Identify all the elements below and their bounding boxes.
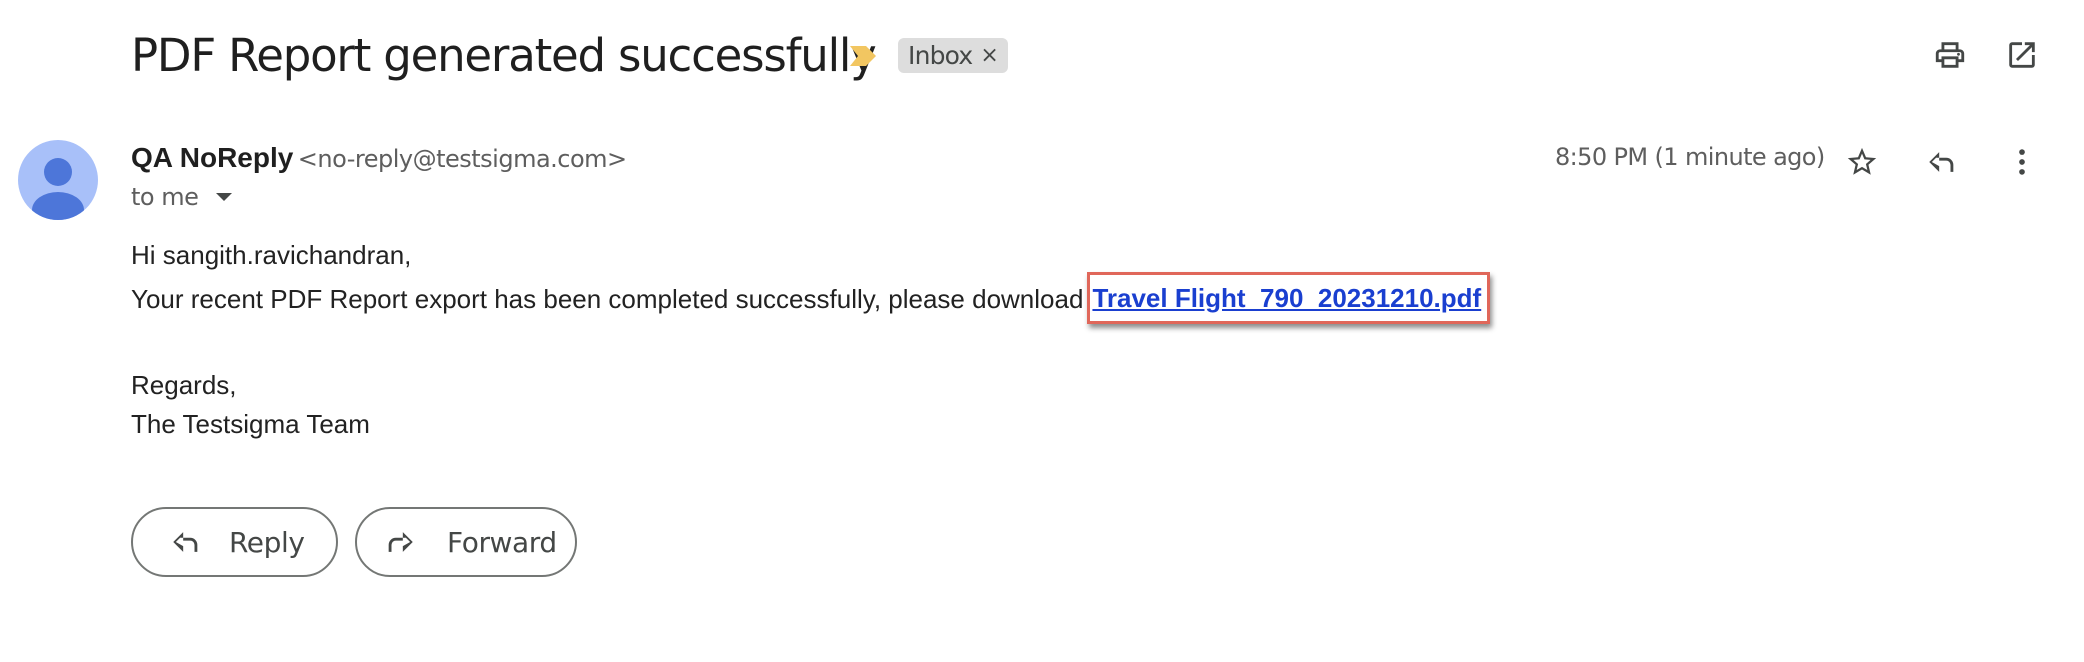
reply-label: Reply xyxy=(229,525,305,559)
important-marker-icon[interactable] xyxy=(850,46,876,66)
sender-email: <no-reply@testsigma.com> xyxy=(297,145,627,173)
forward-label: Forward xyxy=(447,525,557,559)
sender-name[interactable]: QA NoReply xyxy=(131,142,293,173)
reply-header-button[interactable] xyxy=(1920,140,1964,184)
highlight-box: Travel Flight_790_20231210.pdf xyxy=(1087,272,1491,324)
pdf-download-link[interactable]: Travel Flight_790_20231210.pdf xyxy=(1092,283,1481,313)
forward-button[interactable]: Forward xyxy=(355,507,577,577)
body-text: Your recent PDF Report export has been c… xyxy=(131,283,1084,314)
reply-icon xyxy=(173,532,198,552)
reply-button[interactable]: Reply xyxy=(131,507,338,577)
signature: The Testsigma Team xyxy=(131,409,370,439)
message-body: Hi sangith.ravichandran, Your recent PDF… xyxy=(131,236,1491,444)
inbox-label-chip: Inbox × xyxy=(898,38,1009,73)
email-subject: PDF Report generated successfully xyxy=(131,29,877,82)
print-icon xyxy=(1935,42,1965,68)
print-all-button[interactable] xyxy=(1928,33,1972,77)
star-icon xyxy=(1847,147,1877,175)
body-line: Your recent PDF Report export has been c… xyxy=(131,272,1491,327)
recipient-label: to me xyxy=(131,183,199,211)
message-timestamp: 8:50 PM (1 minute ago) xyxy=(1555,143,1825,171)
more-options-button[interactable] xyxy=(2000,140,2044,184)
inbox-label-text: Inbox xyxy=(908,41,973,70)
default-person-icon xyxy=(32,158,84,220)
reply-icon xyxy=(1929,152,1954,172)
dropdown-caret-icon xyxy=(216,193,233,201)
sender-avatar[interactable] xyxy=(18,140,98,220)
sender-info: QA NoReply <no-reply@testsigma.com> xyxy=(131,140,627,181)
open-in-new-window-icon xyxy=(2009,42,2035,68)
forward-icon xyxy=(388,532,413,552)
remove-label-icon[interactable]: × xyxy=(980,43,998,68)
greeting: Hi sangith.ravichandran, xyxy=(131,240,412,270)
closing: Regards, xyxy=(131,370,237,400)
more-vert-icon xyxy=(2019,149,2025,175)
open-in-new-window-button[interactable] xyxy=(2000,33,2044,77)
star-button[interactable] xyxy=(1840,140,1884,184)
recipient-details-toggle[interactable]: to me xyxy=(131,183,233,211)
